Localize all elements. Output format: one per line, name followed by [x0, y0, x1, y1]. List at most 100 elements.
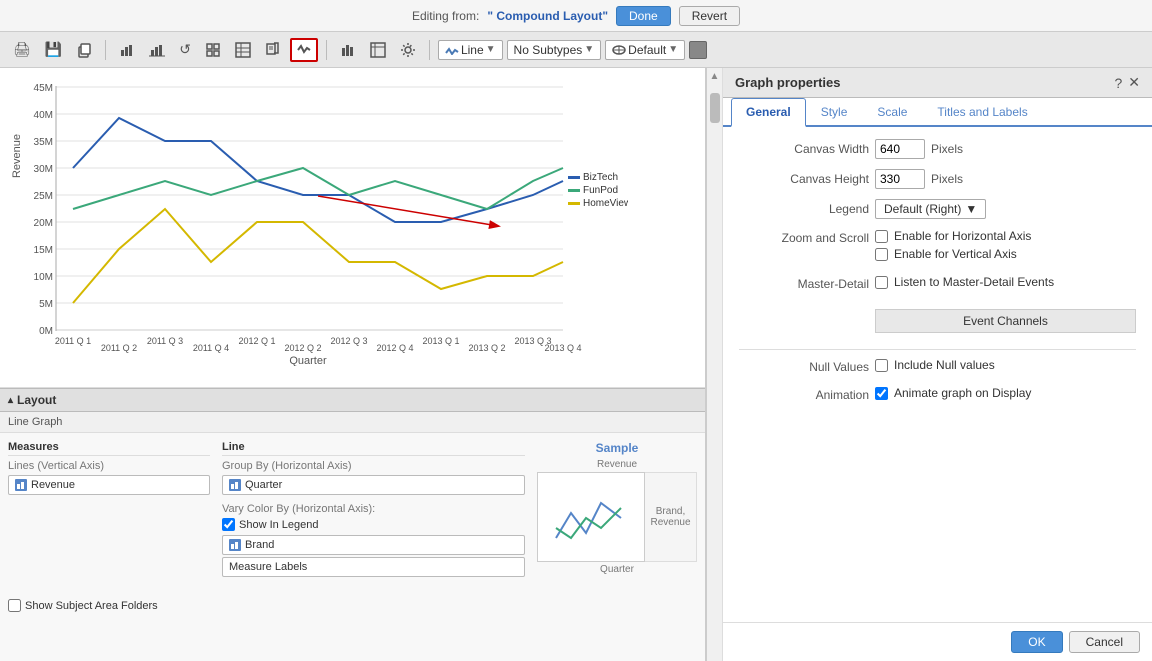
- cancel-button[interactable]: Cancel: [1069, 631, 1140, 653]
- show-folders-checkbox[interactable]: [8, 599, 21, 612]
- ok-button[interactable]: OK: [1011, 631, 1062, 653]
- revert-button[interactable]: Revert: [679, 6, 740, 26]
- export-btn[interactable]: [260, 39, 286, 61]
- layout-title: Layout: [17, 393, 56, 407]
- enable-vertical-checkbox[interactable]: [875, 248, 888, 261]
- svg-text:2012 Q 3: 2012 Q 3: [330, 336, 367, 346]
- svg-text:2013 Q 2: 2013 Q 2: [468, 343, 505, 353]
- sample-column: Sample Revenue Brand, Revenue: [537, 441, 697, 579]
- table-btn[interactable]: [230, 39, 256, 61]
- table-view-btn[interactable]: [365, 39, 391, 61]
- master-detail-check-label: Listen to Master-Detail Events: [894, 275, 1054, 289]
- sep3: [429, 40, 430, 60]
- svg-text:2011 Q 4: 2011 Q 4: [193, 343, 229, 353]
- copy-button[interactable]: [71, 39, 97, 61]
- refresh-button[interactable]: ↺: [174, 38, 196, 61]
- master-detail-check-row: Listen to Master-Detail Events: [875, 275, 1054, 289]
- svg-text:10M: 10M: [34, 272, 53, 283]
- print-button[interactable]: 🖨: [8, 38, 36, 61]
- chart-legend: BizTech FunPod HomeView: [568, 172, 628, 209]
- event-channels-button[interactable]: Event Channels: [875, 309, 1136, 333]
- include-null-label: Include Null values: [894, 358, 995, 372]
- quarter-label: Quarter: [245, 479, 282, 491]
- legend-value: Default (Right): [884, 202, 961, 216]
- svg-text:45M: 45M: [34, 83, 53, 94]
- animation-label: Animation: [739, 388, 869, 402]
- default-label: Default: [628, 43, 666, 57]
- bar-chart-btn[interactable]: [335, 39, 361, 61]
- canvas-height-label: Canvas Height: [739, 172, 869, 186]
- master-detail-checkbox[interactable]: [875, 276, 888, 289]
- svg-text:2011 Q 2: 2011 Q 2: [101, 343, 137, 353]
- quarter-item[interactable]: Quarter: [222, 475, 525, 495]
- scroll-thumb[interactable]: [710, 93, 720, 123]
- animate-graph-checkbox[interactable]: [875, 387, 888, 400]
- animate-graph-label: Animate graph on Display: [894, 386, 1031, 400]
- color-square-btn[interactable]: [689, 41, 707, 59]
- show-in-legend-label: Show In Legend: [239, 519, 319, 531]
- legend-label: Legend: [739, 202, 869, 216]
- close-button[interactable]: ✕: [1128, 74, 1140, 91]
- scroll-up[interactable]: ▲: [707, 68, 723, 85]
- tab-style[interactable]: Style: [806, 98, 863, 127]
- sep1: [105, 40, 106, 60]
- animation-check-row: Animate graph on Display: [875, 386, 1031, 400]
- default-dropdown[interactable]: Default ▼: [605, 40, 685, 60]
- svg-text:30M: 30M: [34, 164, 53, 175]
- layout-panel: ▴ Layout Line Graph Measures Lines (Vert…: [0, 388, 705, 661]
- canvas-height-row: Canvas Height Pixels: [739, 169, 1136, 189]
- show-in-legend-checkbox[interactable]: [222, 518, 235, 531]
- divider1: [739, 349, 1136, 350]
- include-null-checkbox[interactable]: [875, 359, 888, 372]
- zoom-scroll-row: Zoom and Scroll Enable for Horizontal Ax…: [739, 229, 1136, 265]
- sample-chart: [537, 472, 645, 562]
- layout-collapse-icon[interactable]: ▴: [8, 395, 13, 406]
- svg-text:2013 Q 1: 2013 Q 1: [422, 336, 459, 346]
- graph-props-toolbar-btn[interactable]: [290, 38, 318, 62]
- svg-text:5M: 5M: [39, 299, 53, 310]
- svg-text:25M: 25M: [34, 191, 53, 202]
- tab-general[interactable]: General: [731, 98, 806, 127]
- chart-type-btn1[interactable]: [114, 39, 140, 61]
- canvas-width-row: Canvas Width Pixels: [739, 139, 1136, 159]
- scroll-handle[interactable]: ▲: [706, 68, 722, 661]
- chart-svg: Revenue 45M 40M 35M 30M 25M 20M 15M: [8, 76, 628, 366]
- vary-color-title: Vary Color By (Horizontal Axis):: [222, 503, 525, 515]
- header-icons: ? ✕: [1114, 74, 1140, 91]
- svg-text:40M: 40M: [34, 110, 53, 121]
- toolbar: 🖨 💾 ↺ Line ▼ No Subtypes ▼ Def: [0, 32, 1152, 68]
- layout-btn[interactable]: [200, 39, 226, 61]
- subtypes-dropdown[interactable]: No Subtypes ▼: [507, 40, 602, 60]
- canvas-height-input[interactable]: [875, 169, 925, 189]
- graph-props-title: Graph properties: [735, 75, 840, 90]
- layout-columns: Measures Lines (Vertical Axis) Revenue L…: [0, 433, 705, 587]
- brand-item[interactable]: Brand: [222, 535, 525, 555]
- revenue-label: Revenue: [31, 479, 75, 491]
- master-detail-label: Master-Detail: [739, 277, 869, 291]
- chart-type-btn2[interactable]: [144, 39, 170, 61]
- enable-horizontal-checkbox[interactable]: [875, 230, 888, 243]
- help-button[interactable]: ?: [1114, 75, 1122, 91]
- tab-titles-labels[interactable]: Titles and Labels: [922, 98, 1042, 127]
- svg-text:FunPod: FunPod: [583, 185, 618, 196]
- save-button[interactable]: 💾: [40, 38, 67, 61]
- chart-type-dropdown[interactable]: Line ▼: [438, 40, 503, 60]
- revenue-item[interactable]: Revenue: [8, 475, 210, 495]
- editing-bar: Editing from: " Compound Layout" Done Re…: [0, 0, 1152, 32]
- master-detail-row: Master-Detail Listen to Master-Detail Ev…: [739, 275, 1136, 293]
- measures-column: Measures Lines (Vertical Axis) Revenue: [8, 441, 210, 579]
- svg-text:Quarter: Quarter: [289, 355, 327, 366]
- legend-dropdown[interactable]: Default (Right) ▼: [875, 199, 986, 219]
- canvas-width-input[interactable]: [875, 139, 925, 159]
- tab-scale[interactable]: Scale: [862, 98, 922, 127]
- measure-labels-item[interactable]: Measure Labels: [222, 557, 525, 577]
- svg-text:35M: 35M: [34, 137, 53, 148]
- vary-color-section: Vary Color By (Horizontal Axis): Show In…: [222, 503, 525, 577]
- sample-legend: Brand, Revenue: [645, 472, 697, 562]
- null-values-row: Null Values Include Null values: [739, 358, 1136, 376]
- settings-btn[interactable]: [395, 39, 421, 61]
- brand-label: Brand: [245, 539, 274, 551]
- done-button[interactable]: Done: [616, 6, 671, 26]
- null-values-label: Null Values: [739, 360, 869, 374]
- svg-text:2011 Q 1: 2011 Q 1: [55, 336, 91, 346]
